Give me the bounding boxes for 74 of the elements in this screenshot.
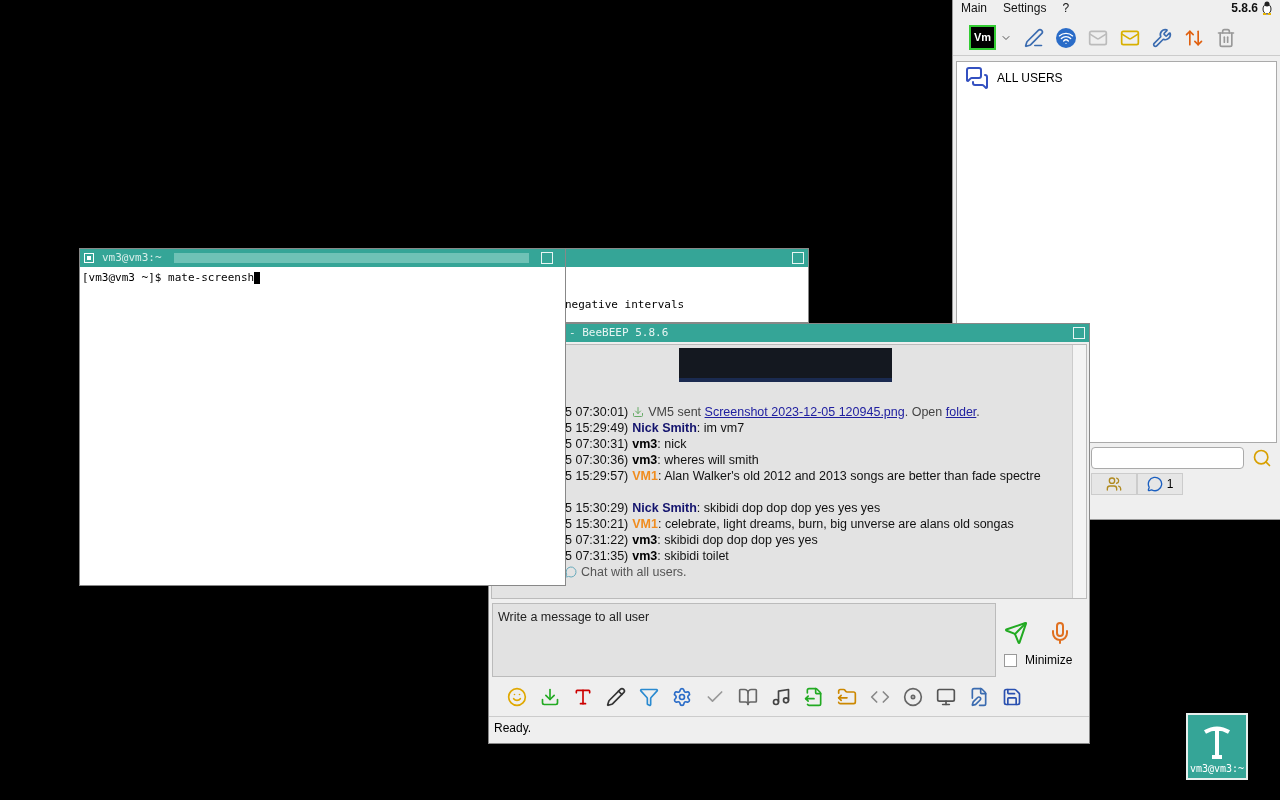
chat-icon <box>565 566 577 578</box>
message-time: 5 15:30:29) <box>565 499 629 517</box>
penguin-icon <box>1262 0 1272 15</box>
window-title: vm3@vm3:~ <box>102 249 162 266</box>
message-text: : nick <box>657 435 687 453</box>
sound-icon[interactable] <box>771 686 791 707</box>
filter-icon[interactable] <box>639 686 659 707</box>
author-name: Nick Smith <box>632 419 697 437</box>
message-input[interactable]: Write a message to all user <box>492 603 996 677</box>
screen-icon[interactable] <box>936 686 956 707</box>
message-text: : skibidi toilet <box>657 547 729 565</box>
author-name: Nick Smith <box>632 499 697 517</box>
menu-item[interactable]: ? <box>1062 0 1070 17</box>
window-title: - BeeBEEP 5.8.6 <box>569 324 669 341</box>
smiley-icon[interactable] <box>507 686 527 707</box>
send-icon[interactable] <box>1004 621 1029 645</box>
chat-icon <box>1146 476 1163 492</box>
checkbox-label: Minimize <box>1025 652 1073 669</box>
message-text: : celebrate, light dreams, burn, big unverse are alans old songas <box>657 515 1014 533</box>
message-time: 5 07:30:31) <box>565 435 629 453</box>
download-icon <box>632 406 645 418</box>
terminal-text: negative intervals <box>565 297 686 313</box>
message-time: 5 15:29:49) <box>565 419 629 437</box>
message-text: : skibidi dop dop dop yes yes yes <box>696 499 881 517</box>
message-time: 5 07:30:36) <box>565 451 629 469</box>
message-text: : Alan Walker's old 2012 and 2013 songs are better than fade spectre <box>657 467 1041 485</box>
message-text: : skibidi dop dop dop yes yes <box>657 531 818 549</box>
terminal-icon <box>1202 725 1232 761</box>
record-icon[interactable] <box>903 686 923 707</box>
menu-item[interactable]: Settings <box>1003 0 1047 17</box>
user-list-item[interactable]: ALL USERS <box>997 69 1063 87</box>
search-field[interactable] <box>1091 447 1244 469</box>
message-time: 5 07:31:35) <box>565 547 629 565</box>
terminal-prompt: [vm3@vm3 ~]$ mate-screensh <box>82 270 255 286</box>
gears-icon[interactable] <box>672 686 692 707</box>
message-text: : im vm7 <box>696 419 745 437</box>
scrollbar[interactable] <box>1072 345 1086 598</box>
message-time: 5 07:30:01) <box>565 403 629 421</box>
file-message: VM5 sent Screenshot 2023-12-05 120945.png. Open folder. <box>648 403 980 421</box>
maximize-button[interactable] <box>1073 327 1085 339</box>
send-file-icon[interactable] <box>804 686 824 707</box>
notes-icon[interactable] <box>969 686 989 707</box>
dictionary-icon[interactable] <box>738 686 758 707</box>
edit-profile-icon[interactable] <box>1024 27 1045 48</box>
tools-icon[interactable] <box>1152 27 1173 48</box>
color-pencil-icon[interactable] <box>606 686 626 707</box>
vm-logo[interactable]: Vm <box>969 25 997 50</box>
panel-tab[interactable]: 1 <box>1137 473 1183 495</box>
status-text: Ready. <box>494 720 532 737</box>
folder-link[interactable]: folder <box>945 404 977 419</box>
desktop-icon-label: vm3@vm3:~ <box>1189 762 1245 776</box>
version-label: 5.8.6 <box>1231 0 1258 17</box>
network-icon[interactable] <box>1056 27 1077 48</box>
menu-item[interactable]: Main <box>961 0 987 17</box>
author-name: VM1 <box>632 515 658 533</box>
maximize-button[interactable] <box>792 252 804 264</box>
window-menu-icon[interactable] <box>84 253 94 263</box>
system-message: Chat with all users. <box>581 563 687 581</box>
chat-bubbles-icon <box>965 66 989 90</box>
message-time: 5 15:30:21) <box>565 515 629 533</box>
message-text: : wheres will smith <box>657 451 759 469</box>
minimize-checkbox[interactable] <box>1004 653 1017 667</box>
send-folder-icon[interactable] <box>837 686 857 707</box>
author-name: VM1 <box>632 467 658 485</box>
trash-icon[interactable] <box>1216 27 1237 48</box>
maximize-button[interactable] <box>541 252 553 264</box>
text-cursor <box>254 272 261 285</box>
save-icon[interactable] <box>1002 686 1022 707</box>
message-time: 5 07:31:22) <box>565 531 629 549</box>
download-icon[interactable] <box>540 686 560 707</box>
group-icon <box>1106 476 1122 492</box>
message-time: 5 15:29:57) <box>565 467 629 485</box>
file-link[interactable]: Screenshot 2023-12-05 120945.png <box>704 404 905 419</box>
panel-tab[interactable] <box>1091 473 1137 495</box>
